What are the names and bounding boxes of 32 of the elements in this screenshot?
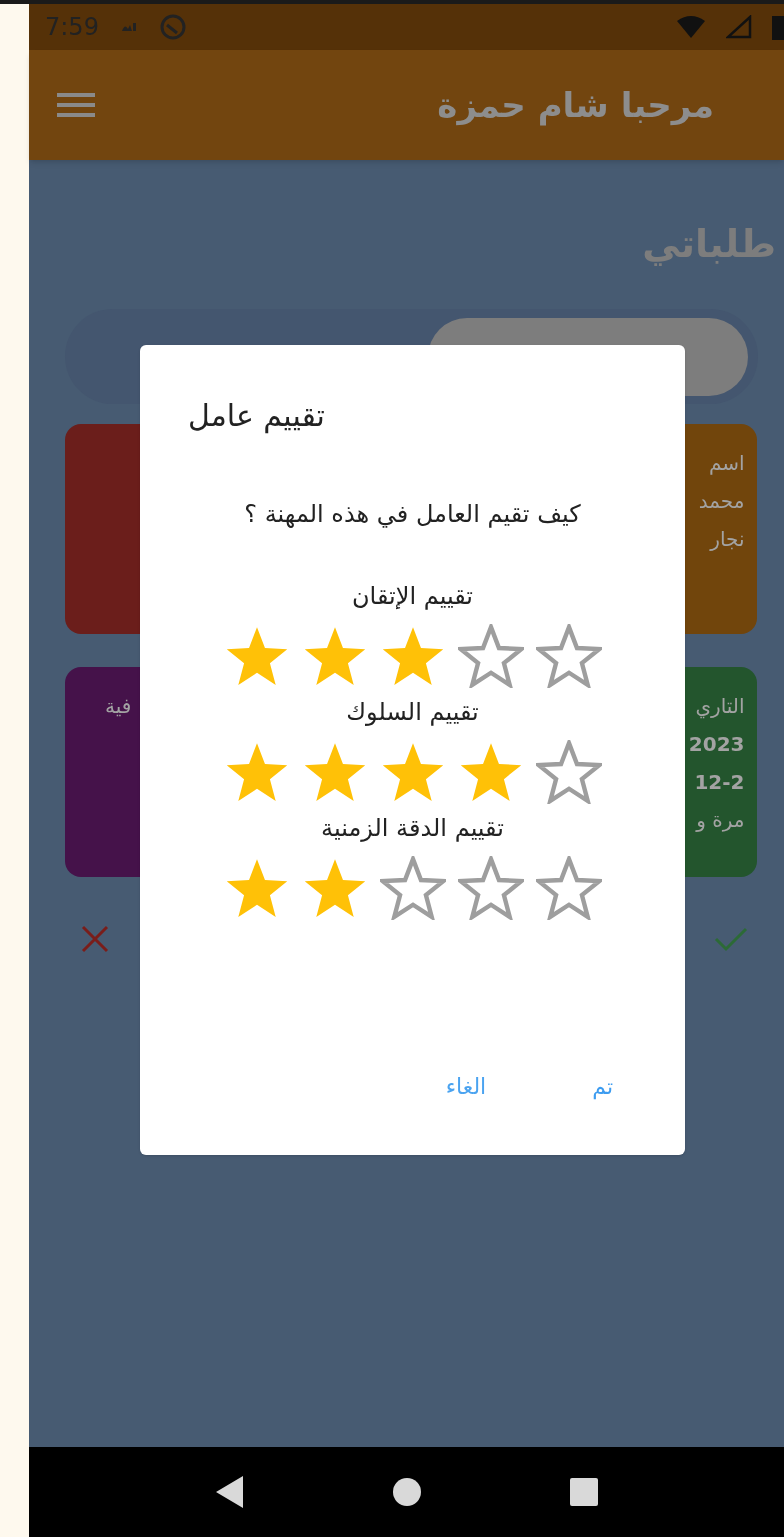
close-icon[interactable] xyxy=(81,925,109,953)
done-button[interactable]: تم xyxy=(584,1066,621,1107)
card-text: اسم xyxy=(708,450,745,477)
rating-label: تقييم الإتقان xyxy=(352,581,473,612)
menu-icon[interactable] xyxy=(57,92,95,118)
signal-icon xyxy=(726,15,752,39)
wifi-icon xyxy=(676,15,706,39)
app-bar-title: مرحبا شام حمزة xyxy=(437,83,714,128)
empty-star-icon[interactable] xyxy=(535,624,602,688)
empty-star-icon[interactable] xyxy=(535,740,602,804)
battery-icon xyxy=(772,14,784,40)
home-icon[interactable] xyxy=(391,1477,422,1507)
dialog-title: تقييم عامل xyxy=(188,397,325,436)
empty-star-icon[interactable] xyxy=(535,856,602,920)
card-text: التاري xyxy=(695,693,745,721)
back-icon[interactable] xyxy=(214,1475,245,1509)
check-icon[interactable] xyxy=(714,926,748,952)
card-text: نجار xyxy=(710,526,745,553)
card-text: 2023 xyxy=(688,731,745,758)
card-text: محمد xyxy=(698,488,745,515)
circle-icon xyxy=(158,13,187,41)
empty-star-icon[interactable] xyxy=(457,624,524,688)
dialog-question: كيف تقيم العامل في هذه المهنة ؟ xyxy=(244,499,581,530)
cancel-button[interactable]: الغاء xyxy=(437,1066,495,1107)
card-text: فية xyxy=(105,693,132,720)
recents-icon[interactable] xyxy=(568,1477,599,1507)
rating-label: تقييم السلوك xyxy=(346,697,479,728)
rating-label: تقييم الدقة الزمنية xyxy=(321,813,504,844)
card-text: مرة و xyxy=(696,807,745,834)
empty-star-icon[interactable] xyxy=(379,856,446,920)
card-text: 12-2 xyxy=(694,769,745,796)
empty-star-icon[interactable] xyxy=(457,856,524,920)
